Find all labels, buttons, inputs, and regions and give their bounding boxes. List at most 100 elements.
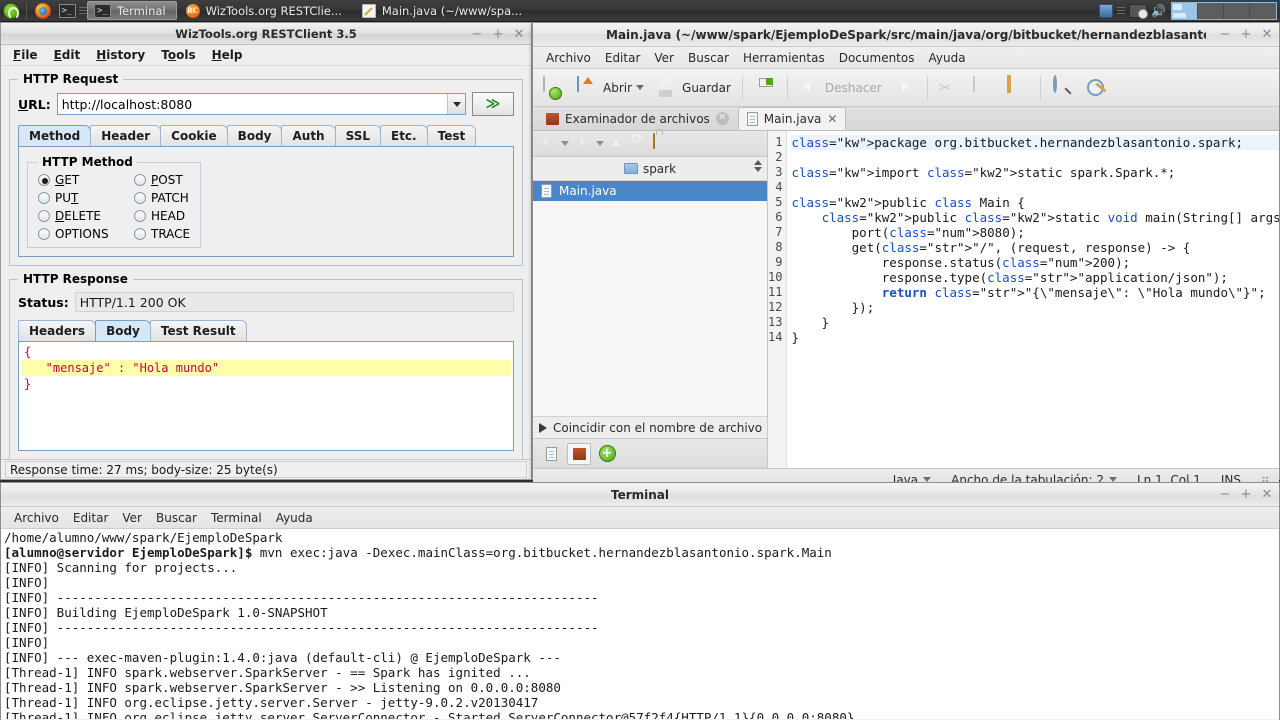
undo-button[interactable]: Deshacer [795, 73, 886, 103]
replace-button[interactable] [1082, 73, 1112, 103]
terminal-launcher[interactable]: >_ [55, 1, 79, 21]
network-icon[interactable] [1129, 3, 1148, 19]
menu-help[interactable]: Help [204, 46, 251, 64]
panel-tab-documents[interactable] [539, 443, 563, 465]
menu-ver[interactable]: Ver [115, 509, 149, 527]
tab-auth[interactable]: Auth [281, 125, 336, 146]
paste-button[interactable] [1003, 73, 1033, 103]
radio-put[interactable]: PUT [38, 191, 130, 205]
menu-editar[interactable]: Editar [66, 509, 116, 527]
back-history-chevron-icon[interactable] [561, 141, 569, 146]
tab-cookie[interactable]: Cookie [160, 125, 228, 146]
new-document-button[interactable] [539, 73, 569, 103]
workspace-switcher[interactable] [1171, 1, 1277, 20]
panel-tab-file-browser[interactable] [567, 442, 591, 465]
list-item[interactable]: Main.java [533, 181, 767, 201]
menu-ayuda[interactable]: Ayuda [269, 509, 320, 527]
taskbar-window-terminal[interactable]: >_ Terminal [87, 1, 177, 20]
print-button[interactable] [750, 73, 780, 103]
volume-icon[interactable]: 🔊 [1151, 4, 1167, 18]
radio-patch[interactable]: PATCH [134, 191, 190, 205]
menu-buscar[interactable]: Buscar [681, 49, 736, 67]
menu-buscar[interactable]: Buscar [149, 509, 204, 527]
find-button[interactable] [1048, 73, 1078, 103]
forward-button[interactable] [573, 134, 592, 153]
menu-herramientas[interactable]: Herramientas [736, 49, 832, 67]
menu-tools[interactable]: Tools [153, 46, 203, 64]
start-menu-button[interactable] [0, 0, 22, 22]
parent-folder-button[interactable] [608, 134, 627, 153]
tray-app-icon[interactable] [1099, 3, 1113, 18]
tab-etc[interactable]: Etc. [380, 125, 428, 146]
tab-response-body[interactable]: Body [95, 320, 151, 341]
close-button[interactable]: ✕ [513, 28, 525, 41]
url-combo[interactable]: http://localhost:8080 [56, 93, 466, 115]
taskbar-window-restclient[interactable]: RC WizTools.org RESTClie... [179, 1, 353, 20]
panel-add-button[interactable]: + [595, 443, 619, 465]
menu-editar[interactable]: Editar [598, 49, 648, 67]
terminal-output[interactable]: /home/alumno/www/spark/EjemploDeSpark [al… [1, 529, 1279, 719]
workspace-3[interactable] [1224, 2, 1250, 19]
file-browser-path[interactable]: spark [533, 157, 767, 181]
file-browser-filter[interactable]: Coincidir con el nombre de archivo [533, 416, 767, 438]
open-button[interactable]: Abrir [573, 73, 648, 103]
close-icon[interactable]: ✕ [715, 112, 729, 125]
radio-get[interactable]: GET [38, 173, 130, 187]
tab-headers[interactable]: Headers [18, 320, 97, 341]
radio-head[interactable]: HEAD [134, 209, 190, 223]
radio-options[interactable]: OPTIONS [38, 227, 130, 241]
tab-body[interactable]: Body [226, 125, 283, 146]
menu-ver[interactable]: Ver [647, 49, 681, 67]
restclient-titlebar[interactable]: WizTools.org RESTClient 3.5 − + ✕ [1, 23, 531, 45]
workspace-1[interactable] [1172, 2, 1198, 19]
menu-archivo[interactable]: Archivo [539, 49, 598, 67]
tab-test-result[interactable]: Test Result [149, 320, 247, 341]
refresh-button[interactable] [629, 134, 648, 153]
copy-button[interactable] [969, 73, 999, 103]
close-button[interactable]: ✕ [1261, 488, 1273, 501]
maximize-button[interactable]: + [1240, 488, 1252, 501]
url-input[interactable]: http://localhost:8080 [58, 97, 447, 112]
menu-terminal[interactable]: Terminal [204, 509, 269, 527]
tab-header[interactable]: Header [90, 125, 162, 146]
gedit-titlebar[interactable]: Main.java (~/www/spark/EjemploDeSpark/sr… [533, 23, 1279, 47]
tab-main-java[interactable]: Main.java ✕ [737, 107, 847, 130]
code-text-area[interactable]: class="kw">package org.bitbucket.hernand… [787, 131, 1279, 468]
tab-test[interactable]: Test [426, 125, 477, 146]
radio-post[interactable]: POST [134, 173, 190, 187]
menu-ayuda[interactable]: Ayuda [921, 49, 972, 67]
taskbar-grip[interactable] [79, 4, 87, 18]
forward-history-chevron-icon[interactable] [596, 141, 604, 146]
tab-ssl[interactable]: SSL [334, 125, 381, 146]
firefox-launcher[interactable] [31, 1, 55, 21]
radio-trace[interactable]: TRACE [134, 227, 190, 241]
minimize-button[interactable]: − [471, 28, 483, 41]
menu-archivo[interactable]: Archivo [7, 509, 66, 527]
cut-button[interactable]: ✂ [935, 73, 965, 103]
send-request-button[interactable]: ≫ [472, 92, 514, 116]
folder-spinner[interactable] [754, 160, 762, 172]
save-button[interactable]: Guardar [652, 73, 735, 103]
tab-method[interactable]: Method [18, 125, 92, 146]
menu-file[interactable]: File [5, 46, 46, 64]
menu-history[interactable]: History [88, 46, 153, 64]
minimize-button[interactable]: − [1219, 488, 1231, 501]
chevron-down-icon[interactable] [636, 85, 645, 90]
response-body-view[interactable]: { "mensaje" : "Hola mundo" } [18, 341, 514, 451]
terminal-titlebar[interactable]: Terminal − + ✕ [1, 483, 1279, 507]
maximize-button[interactable]: + [492, 28, 504, 41]
menu-edit[interactable]: Edit [46, 46, 89, 64]
menu-documentos[interactable]: Documentos [832, 49, 922, 67]
code-editor[interactable]: 1 2 3 4 5 6 7 8 9 10 11 12 13 14 class="… [768, 131, 1279, 468]
tab-file-browser[interactable]: Examinador de archivos ✕ [537, 107, 738, 130]
bookmarks-button[interactable] [650, 133, 669, 153]
close-icon[interactable]: ✕ [827, 112, 837, 126]
workspace-4[interactable] [1250, 2, 1276, 19]
minimize-button[interactable]: − [1219, 28, 1231, 41]
close-button[interactable]: ✕ [1261, 28, 1273, 41]
maximize-button[interactable]: + [1240, 28, 1252, 41]
expander-triangle-icon[interactable] [539, 422, 547, 433]
redo-button[interactable] [890, 73, 920, 103]
back-button[interactable] [538, 134, 557, 153]
workspace-2[interactable] [1198, 2, 1224, 19]
